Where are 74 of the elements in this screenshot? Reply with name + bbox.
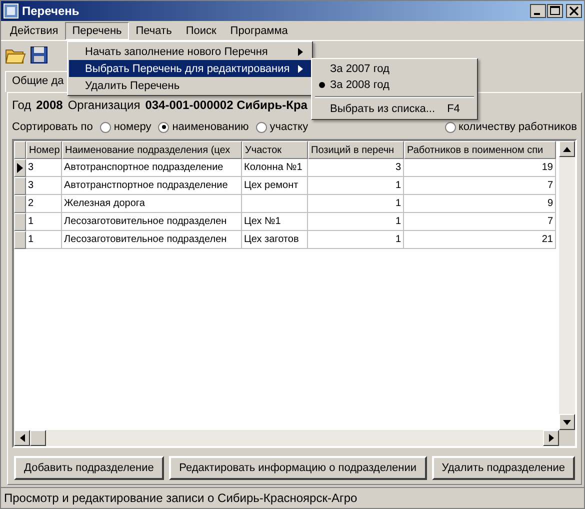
menu-entry[interactable]: За 2008 год xyxy=(314,77,475,93)
column-header[interactable]: Работников в поименном спи xyxy=(404,141,556,159)
current-row-icon xyxy=(17,163,23,173)
menu-entry[interactable]: Удалить Перечень xyxy=(69,77,311,94)
radio-button[interactable] xyxy=(100,122,111,132)
vertical-scrollbar[interactable] xyxy=(559,141,575,430)
sort-radio[interactable]: количеству работников xyxy=(444,121,577,133)
year-label: Год xyxy=(12,98,32,112)
table-cell: 7 xyxy=(404,177,556,195)
table-cell: 1 xyxy=(308,177,404,195)
sort-radio[interactable]: наименованию xyxy=(158,121,249,133)
table-cell xyxy=(242,195,308,213)
table-cell: 1 xyxy=(26,231,62,249)
menu-entry[interactable]: Начать заполнение нового Перечня xyxy=(69,43,311,60)
column-header[interactable]: Наименование подразделения (цех xyxy=(62,141,242,159)
table-cell: 3 xyxy=(308,159,404,177)
table-cell: Автотранстпортное подразделение xyxy=(62,177,242,195)
table-cell: Лесозаготовительное подразделен xyxy=(62,231,242,249)
sort-radio[interactable]: номеру xyxy=(100,121,152,133)
menu-entry[interactable]: Выбрать Перечень для редактирования xyxy=(69,60,311,77)
table-cell: 1 xyxy=(308,231,404,249)
radio-button[interactable] xyxy=(158,122,170,132)
horizontal-scrollbar[interactable] xyxy=(14,430,575,446)
table-cell: Колонна №1 xyxy=(242,159,308,177)
close-icon[interactable] xyxy=(566,4,582,18)
table-cell: Железная дорога xyxy=(62,195,242,213)
table-cell: 19 xyxy=(404,159,556,177)
menu-item[interactable]: Печать xyxy=(128,22,179,40)
maximize-icon[interactable] xyxy=(547,4,563,18)
table-cell: 21 xyxy=(404,231,556,249)
status-bar: Просмотр и редактирование записи о Сибирь-Красноярск-Агро xyxy=(1,487,584,508)
organization-value: 034-001-000002 Сибирь-Кра xyxy=(145,98,308,112)
window-title: Перечень xyxy=(22,4,80,18)
table-cell: Лесозаготовительное подразделен xyxy=(62,213,242,231)
column-header[interactable]: Позиций в перечн xyxy=(308,141,404,159)
table-cell: 1 xyxy=(308,213,404,231)
table-cell: 3 xyxy=(26,159,62,177)
menu-item[interactable]: Действия xyxy=(3,22,66,40)
year-value: 2008 xyxy=(36,98,63,112)
scroll-down-icon[interactable] xyxy=(563,420,571,424)
organization-label: Организация xyxy=(68,98,140,112)
app-icon xyxy=(3,3,19,19)
menu-item[interactable]: Программа xyxy=(223,22,295,40)
row-indicator[interactable] xyxy=(14,159,26,177)
column-header[interactable]: Участок xyxy=(242,141,308,159)
action-button[interactable]: Добавить подразделение xyxy=(14,456,164,480)
table-cell: Цех заготов xyxy=(242,231,308,249)
minimize-icon[interactable] xyxy=(530,4,546,18)
menu-item[interactable]: Поиск xyxy=(178,22,224,40)
menu-item[interactable]: Перечень xyxy=(65,22,129,40)
table-cell: 7 xyxy=(404,213,556,231)
scroll-up-icon[interactable] xyxy=(563,146,571,152)
table-cell: 3 xyxy=(26,177,62,195)
column-header[interactable]: Номер xyxy=(26,141,62,159)
sort-radio[interactable]: участку xyxy=(256,121,308,133)
action-button[interactable]: Редактировать информацию о подразделении xyxy=(169,456,426,480)
menu-entry[interactable]: За 2007 год xyxy=(314,61,475,77)
table-cell: 1 xyxy=(308,195,404,213)
scroll-right-icon[interactable] xyxy=(548,434,554,442)
table-cell: Цех №1 xyxy=(242,213,308,231)
scrollbar-corner xyxy=(559,430,575,446)
action-button[interactable]: Удалить подразделение xyxy=(432,456,575,480)
table-cell: 2 xyxy=(26,195,62,213)
menu-entry[interactable]: Выбрать из списка... F4 xyxy=(314,101,475,117)
radio-button[interactable] xyxy=(444,122,456,132)
scroll-thumb[interactable] xyxy=(30,430,46,446)
radio-button[interactable] xyxy=(256,122,267,132)
table-cell: Автотранспортное подразделение xyxy=(62,159,242,177)
table-cell: Цех ремонт xyxy=(242,177,308,195)
sort-label: Сортировать по xyxy=(12,121,93,133)
table-cell: 9 xyxy=(404,195,556,213)
table-cell: 1 xyxy=(26,213,62,231)
bullet-icon xyxy=(319,82,325,88)
scroll-left-icon[interactable] xyxy=(20,434,24,442)
